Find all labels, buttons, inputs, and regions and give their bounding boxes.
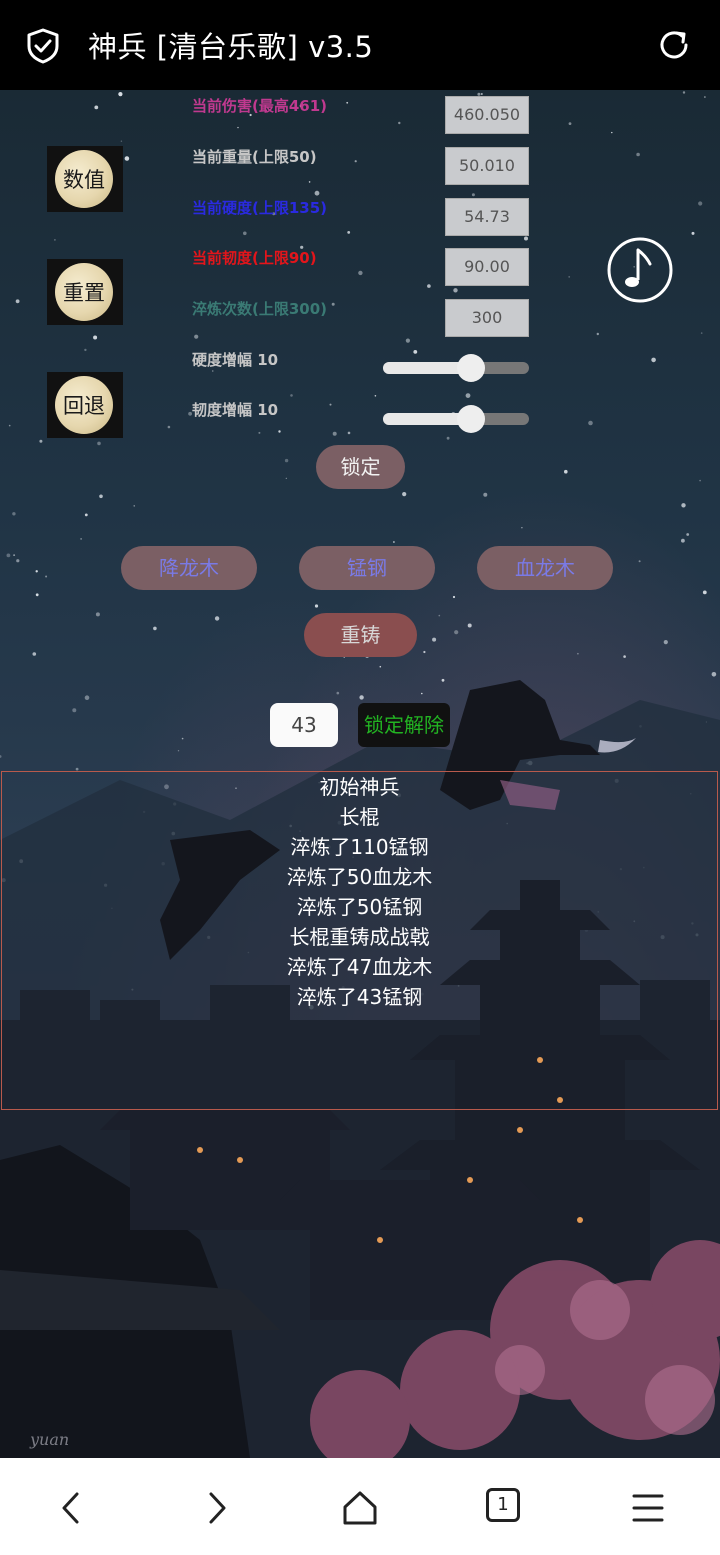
shield-check-icon[interactable]	[26, 28, 60, 64]
unlock-button[interactable]: 锁定解除	[358, 703, 450, 747]
stat-hardness-label: 当前硬度(上限135)	[192, 199, 328, 217]
undo-button[interactable]: 回退	[47, 372, 123, 438]
slider-thumb[interactable]	[456, 405, 485, 433]
log-line: 淬炼了43锰钢	[296, 985, 423, 1009]
browser-bottom-nav: 1	[0, 1458, 720, 1555]
log-line: 淬炼了110锰钢	[290, 835, 429, 859]
reload-icon[interactable]	[656, 27, 692, 63]
reset-button[interactable]: 重置	[47, 259, 123, 325]
quantity-input[interactable]: 43	[270, 703, 338, 747]
undo-button-label: 回退	[55, 376, 113, 434]
back-icon[interactable]	[52, 1488, 92, 1528]
forward-icon[interactable]	[196, 1488, 236, 1528]
reset-button-label: 重置	[55, 263, 113, 321]
music-note-icon[interactable]	[606, 236, 674, 304]
values-button[interactable]: 数值	[47, 146, 123, 212]
toughness-boost-label: 韧度增幅 10	[192, 401, 279, 419]
toughness-boost-slider[interactable]	[383, 405, 529, 433]
stat-temper-count-label: 淬炼次数(上限300)	[192, 300, 328, 318]
tabs-icon[interactable]: 1	[486, 1488, 520, 1522]
material-button-blood-dragon-wood[interactable]: 血龙木	[477, 546, 613, 590]
stat-hardness-value: 54.73	[445, 198, 529, 236]
slider-thumb[interactable]	[456, 354, 485, 382]
log-line: 初始神兵	[319, 775, 400, 799]
log-line: 长棍	[339, 805, 380, 829]
log-line: 长棍重铸成战戟	[289, 925, 430, 949]
log-line: 淬炼了50血龙木	[286, 865, 433, 889]
hardness-boost-label: 硬度增幅 10	[192, 351, 279, 369]
home-icon[interactable]	[340, 1488, 380, 1528]
forging-log: 初始神兵 长棍 淬炼了110锰钢 淬炼了50血龙木 淬炼了50锰钢 长棍重铸成战…	[1, 771, 718, 1110]
hardness-boost-slider[interactable]	[383, 354, 529, 382]
values-button-label: 数值	[55, 150, 113, 208]
game-scene: 数值 重置 回退 当前伤害(最高461) 460.050 当前重量(上限50) …	[0, 90, 720, 1458]
stat-weight-label: 当前重量(上限50)	[192, 148, 317, 166]
stat-toughness-label: 当前韧度(上限90)	[192, 249, 317, 267]
material-button-manganese-steel[interactable]: 锰钢	[299, 546, 435, 590]
browser-top-bar: 神兵 [清台乐歌] v3.5	[0, 0, 720, 90]
lock-button[interactable]: 锁定	[316, 445, 405, 489]
recast-button[interactable]: 重铸	[304, 613, 417, 657]
stat-temper-count-value: 300	[445, 299, 529, 337]
log-line: 淬炼了47血龙木	[286, 955, 433, 979]
artist-signature: yuan	[30, 1430, 70, 1449]
stat-damage-label: 当前伤害(最高461)	[192, 97, 328, 115]
material-button-dragon-wood[interactable]: 降龙木	[121, 546, 257, 590]
stat-toughness-value: 90.00	[445, 248, 529, 286]
page-title: 神兵 [清台乐歌] v3.5	[88, 30, 374, 64]
stat-weight-value: 50.010	[445, 147, 529, 185]
log-line: 淬炼了50锰钢	[296, 895, 423, 919]
menu-icon[interactable]	[628, 1488, 668, 1528]
stat-damage-value: 460.050	[445, 96, 529, 134]
